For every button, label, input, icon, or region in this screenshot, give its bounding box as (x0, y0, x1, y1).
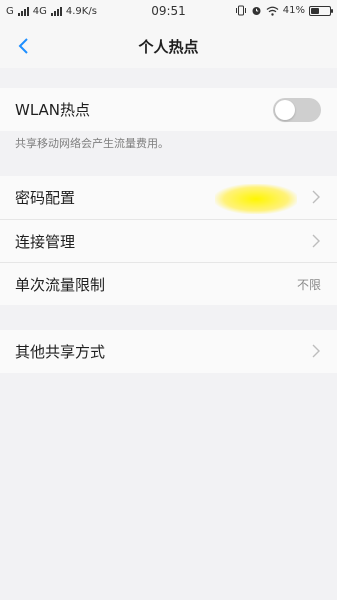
chevron-right-icon (312, 234, 320, 248)
settings-group: 密码配置 连接管理 单次流量限制 不限 (0, 176, 337, 305)
wlan-hotspot-toggle[interactable] (273, 98, 321, 122)
other-sharing-row[interactable]: 其他共享方式 (0, 330, 337, 373)
chevron-right-icon (312, 190, 320, 204)
wlan-group: WLAN热点 (0, 88, 337, 131)
alarm-icon (252, 7, 261, 15)
wlan-hotspot-label: WLAN热点 (15, 101, 91, 119)
vibrate-icon (235, 5, 246, 16)
status-bar: G 4G 4.9K/s 09:51 41% (0, 0, 337, 24)
connection-management-label: 连接管理 (15, 232, 76, 251)
chevron-right-icon (312, 344, 320, 358)
redacted-password-mark (215, 184, 297, 214)
other-sharing-label: 其他共享方式 (15, 343, 106, 361)
wlan-hotspot-row[interactable]: WLAN热点 (0, 88, 337, 131)
nav-bar: 个人热点 (0, 24, 337, 68)
password-config-label: 密码配置 (15, 189, 76, 207)
data-charge-note: 共享移动网络会产生流量费用。 (15, 137, 169, 150)
battery-percent: 41% (282, 5, 305, 16)
wifi-icon (266, 6, 279, 16)
toggle-knob (275, 100, 295, 120)
page-title: 个人热点 (138, 38, 199, 56)
data-limit-row[interactable]: 单次流量限制 不限 (0, 262, 337, 305)
data-limit-value: 不限 (296, 277, 321, 292)
other-group: 其他共享方式 (0, 330, 337, 373)
battery-icon (309, 5, 333, 16)
connection-management-row[interactable]: 连接管理 (0, 219, 337, 262)
status-right: 41% (235, 5, 333, 16)
data-limit-label: 单次流量限制 (15, 275, 106, 294)
password-config-row[interactable]: 密码配置 (0, 176, 337, 219)
